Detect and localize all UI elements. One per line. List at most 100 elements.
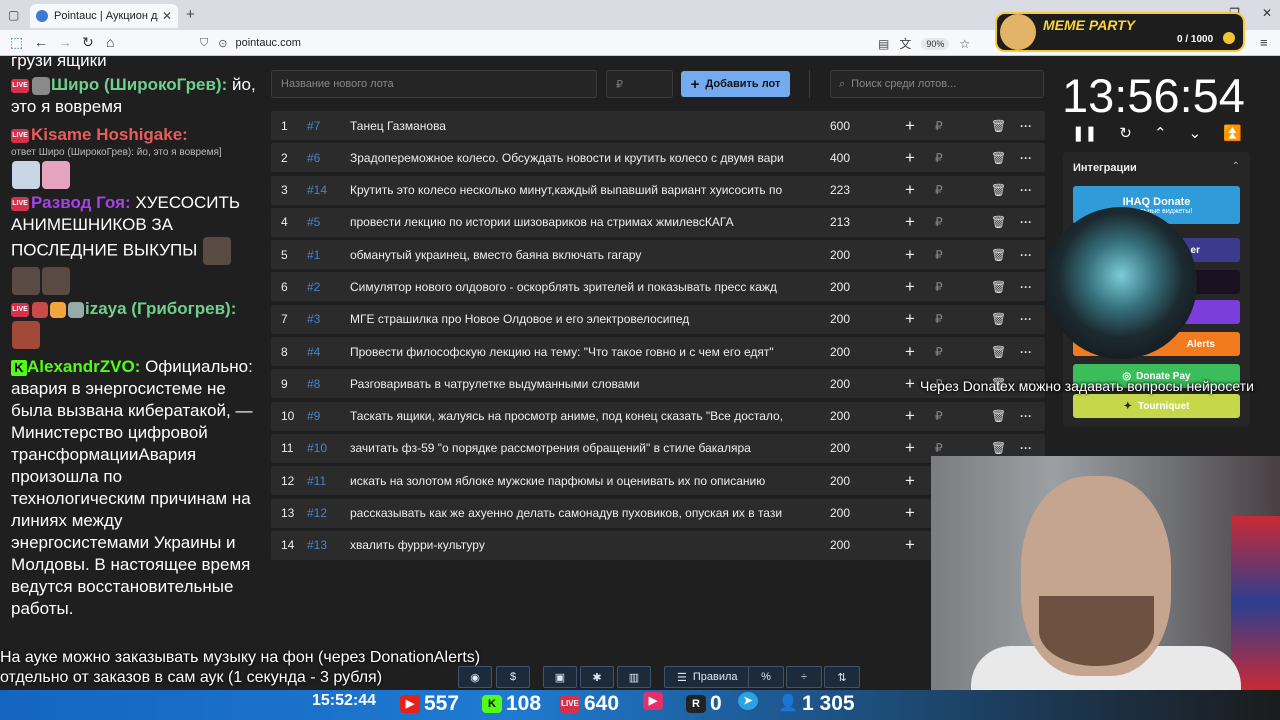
chevron-up-icon[interactable]: ⌃	[1232, 161, 1240, 172]
lot-name[interactable]: Зрадопереможное колесо. Обсуждать новост…	[350, 151, 802, 165]
lot-name[interactable]: обманутый украинец, вместо баяна включат…	[350, 248, 802, 262]
reload-icon[interactable]: ↻	[82, 34, 94, 51]
lot-amount[interactable]: 200	[830, 345, 850, 359]
more-options-icon[interactable]: ···	[1020, 248, 1032, 262]
delete-icon[interactable]: 🗑	[991, 215, 1006, 229]
home-icon[interactable]: ⌂	[106, 34, 114, 50]
reset-icon[interactable]: ↻	[1119, 124, 1132, 142]
lot-name[interactable]: зачитать фз-59 "о порядке рассмотрения о…	[350, 441, 802, 455]
lot-amount[interactable]: 400	[830, 151, 850, 165]
more-options-icon[interactable]: ···	[1020, 345, 1032, 359]
menu-icon[interactable]: ≡	[1260, 35, 1268, 50]
delete-icon[interactable]: 🗑	[991, 441, 1006, 455]
add-lot-button[interactable]: + Добавить лот	[681, 71, 790, 97]
tourniquet-button[interactable]: ✦ Tourniquet	[1073, 394, 1240, 418]
add-amount-icon[interactable]: +	[905, 374, 915, 394]
ruble-icon[interactable]: ₽	[935, 215, 943, 229]
extension-icon[interactable]: ⬚	[10, 34, 23, 51]
new-tab-icon[interactable]: +	[186, 6, 195, 23]
add-amount-icon[interactable]: +	[905, 212, 915, 232]
ruble-icon[interactable]: ₽	[935, 409, 943, 423]
delete-icon[interactable]: 🗑	[991, 280, 1006, 294]
lot-price-input[interactable]: ₽	[606, 70, 673, 98]
add-amount-icon[interactable]: +	[905, 180, 915, 200]
lot-amount[interactable]: 200	[830, 506, 850, 520]
lot-amount[interactable]: 200	[830, 474, 850, 488]
close-window-icon[interactable]: ✕	[1262, 6, 1272, 20]
lot-amount[interactable]: 223	[830, 183, 850, 197]
github-icon[interactable]: ◉	[458, 666, 492, 688]
ruble-icon[interactable]: ₽	[935, 183, 943, 197]
double-chevron-up-icon[interactable]: ⏫	[1223, 124, 1242, 142]
delete-icon[interactable]: 🗑	[991, 409, 1006, 423]
add-amount-icon[interactable]: +	[905, 535, 915, 555]
lot-name[interactable]: рассказывать как же ахуенно делать самон…	[350, 506, 802, 520]
lot-name[interactable]: хвалить фурри-культуру	[350, 538, 802, 552]
page-info-icon[interactable]: ⊙	[218, 37, 227, 50]
zoom-badge[interactable]: 90%	[921, 37, 950, 50]
add-amount-icon[interactable]: +	[905, 471, 915, 491]
more-options-icon[interactable]: ···	[1020, 215, 1032, 229]
back-icon[interactable]: ←	[34, 34, 48, 50]
delete-icon[interactable]: 🗑	[991, 248, 1006, 262]
more-options-icon[interactable]: ···	[1020, 409, 1032, 423]
lot-name[interactable]: МГЕ страшилка про Новое Олдовое и его эл…	[350, 312, 802, 326]
delete-icon[interactable]: 🗑	[991, 119, 1006, 133]
clear-icon[interactable]: ▥	[617, 666, 651, 688]
sidebar-icon[interactable]: ▢	[8, 8, 19, 22]
lot-amount[interactable]: 200	[830, 312, 850, 326]
lot-amount[interactable]: 200	[830, 538, 850, 552]
pause-icon[interactable]: ❚❚	[1072, 124, 1097, 142]
more-options-icon[interactable]: ···	[1020, 151, 1032, 165]
more-options-icon[interactable]: ···	[1020, 441, 1032, 455]
ruble-icon[interactable]: ₽	[935, 280, 943, 294]
lot-amount[interactable]: 600	[830, 119, 850, 133]
lot-name[interactable]: искать на золотом яблоке мужские парфюмы…	[350, 474, 802, 488]
lot-amount[interactable]: 200	[830, 441, 850, 455]
add-amount-icon[interactable]: +	[905, 277, 915, 297]
reader-icon[interactable]: ▤	[878, 37, 889, 51]
lot-name[interactable]: Таскать ящики, жалуясь на просмотр аниме…	[350, 409, 802, 423]
lot-name[interactable]: Разговаривать в чатрулетке выдуманными с…	[350, 377, 802, 391]
donate-dollar-icon[interactable]: $	[496, 666, 530, 688]
lot-name-input[interactable]: Название нового лота	[271, 70, 597, 98]
ruble-icon[interactable]: ₽	[935, 248, 943, 262]
delete-icon[interactable]: 🗑	[991, 183, 1006, 197]
lot-name[interactable]: Симулятор нового олдового - оскорблять з…	[350, 280, 802, 294]
ruble-icon[interactable]: ₽	[935, 312, 943, 326]
bug-icon[interactable]: ✱	[580, 666, 614, 688]
shield-icon[interactable]: ⛉	[200, 37, 208, 50]
ruble-icon[interactable]: ₽	[935, 441, 943, 455]
add-amount-icon[interactable]: +	[905, 116, 915, 136]
lot-search-input[interactable]: ⌕ Поиск среди лотов...	[830, 70, 1044, 98]
ruble-icon[interactable]: ₽	[935, 345, 943, 359]
translate-icon[interactable]: 文	[899, 35, 911, 52]
address-bar[interactable]: ⛉ ⊙ pointauc.com	[200, 33, 970, 53]
add-amount-icon[interactable]: +	[905, 309, 915, 329]
sort-icon[interactable]: ⇅	[824, 666, 860, 688]
lot-amount[interactable]: 200	[830, 280, 850, 294]
more-options-icon[interactable]: ···	[1020, 119, 1032, 133]
more-options-icon[interactable]: ···	[1020, 312, 1032, 326]
lot-amount[interactable]: 200	[830, 248, 850, 262]
more-options-icon[interactable]: ···	[1020, 183, 1032, 197]
add-amount-icon[interactable]: +	[905, 342, 915, 362]
lot-amount[interactable]: 200	[830, 377, 850, 391]
bookmark-star-icon[interactable]: ☆	[959, 37, 970, 51]
add-amount-icon[interactable]: +	[905, 406, 915, 426]
lot-name[interactable]: Танец Газманова	[350, 119, 802, 133]
delete-icon[interactable]: 🗑	[991, 312, 1006, 326]
lot-amount[interactable]: 200	[830, 409, 850, 423]
more-options-icon[interactable]: ···	[1020, 280, 1032, 294]
add-amount-icon[interactable]: +	[905, 503, 915, 523]
ruble-icon[interactable]: ₽	[935, 151, 943, 165]
lot-name[interactable]: Крутить это колесо несколько минут,кажды…	[350, 183, 802, 197]
add-amount-icon[interactable]: +	[905, 245, 915, 265]
close-tab-icon[interactable]: ✕	[162, 9, 172, 23]
percent-icon[interactable]: %	[748, 666, 784, 688]
browser-tab[interactable]: Pointauc | Аукцион для стримеров ✕	[30, 4, 178, 28]
lot-amount[interactable]: 213	[830, 215, 850, 229]
chevron-up-icon[interactable]: ⌃	[1154, 124, 1167, 142]
delete-icon[interactable]: 🗑	[991, 151, 1006, 165]
forward-icon[interactable]: →	[58, 34, 72, 50]
